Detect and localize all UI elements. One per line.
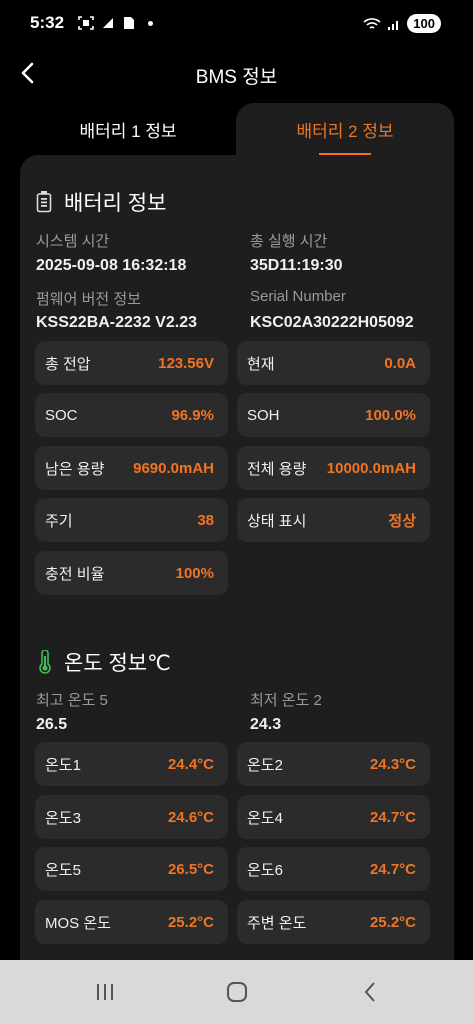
card-label: 주기 xyxy=(45,512,73,530)
card-value: 24.7°C xyxy=(369,860,416,878)
battery-section-title: 배터리 정보 xyxy=(36,187,166,217)
serial-value: KSC02A30222H05092 xyxy=(250,314,414,331)
card-label: 총 전압 xyxy=(45,355,91,373)
system-nav-bar xyxy=(0,960,473,1024)
ambient-temp-card: 주변 온도 25.2°C xyxy=(237,900,430,944)
card-value: 96.9% xyxy=(171,406,214,424)
total-voltage-card: 총 전압 123.56V xyxy=(35,341,228,385)
back-icon xyxy=(364,982,375,1002)
mos-temp-card: MOS 온도 25.2°C xyxy=(35,900,228,944)
serial-label: Serial Number xyxy=(250,288,346,305)
temp2-card: 온도2 24.3°C xyxy=(237,742,430,786)
min-temp-label: 최저 온도 2 xyxy=(250,692,322,709)
card-label: 온도6 xyxy=(247,861,283,879)
max-temp-label: 최고 온도 5 xyxy=(36,692,108,709)
tab-battery-1[interactable]: 배터리 1 정보 xyxy=(20,103,236,155)
page-title: BMS 정보 xyxy=(195,67,278,88)
card-label: 온도5 xyxy=(45,861,81,879)
home-button[interactable] xyxy=(217,976,257,1008)
info-panel: 배터리 정보 시스템 시간 2025-09-08 16:32:18 총 실행 시… xyxy=(20,155,454,960)
temperature-section-title: 온도 정보℃ xyxy=(38,647,171,677)
battery-level: 100 xyxy=(407,14,441,33)
home-icon xyxy=(227,982,247,1002)
current-card: 현재 0.0A xyxy=(237,341,430,385)
card-label: 전체 용량 xyxy=(247,460,307,478)
card-value: 24.6°C xyxy=(167,808,214,826)
card-value: 0.0A xyxy=(384,354,416,372)
back-nav-button[interactable] xyxy=(350,976,390,1008)
card-value: 100.0% xyxy=(365,406,416,424)
temp6-card: 온도6 24.7°C xyxy=(237,847,430,891)
tab-label: 배터리 1 정보 xyxy=(79,121,177,141)
card-label: 온도4 xyxy=(247,809,283,827)
card-label: 남은 용량 xyxy=(45,460,105,478)
recent-apps-icon xyxy=(97,984,113,1000)
soh-card: SOH 100.0% xyxy=(237,393,430,437)
screenshot-icon xyxy=(78,16,94,30)
card-value: 123.56V xyxy=(158,354,214,372)
card-label: SOH xyxy=(247,406,280,424)
total-runtime-label: 총 실행 시간 xyxy=(250,233,328,250)
firmware-value: KSS22BA-2232 V2.23 xyxy=(36,314,197,331)
min-temp-value: 24.3 xyxy=(250,716,282,733)
notification-icons xyxy=(78,16,153,30)
app-header: BMS 정보 xyxy=(0,48,473,98)
card-value: 24.3°C xyxy=(369,755,416,773)
card-value: 25.2°C xyxy=(369,913,416,931)
battery-icon xyxy=(36,191,52,213)
card-label: 충전 비율 xyxy=(45,565,105,583)
card-value: 24.4°C xyxy=(167,755,214,773)
card-label: SOC xyxy=(45,406,78,424)
card-value: 24.7°C xyxy=(369,808,416,826)
card-label: 온도2 xyxy=(247,756,283,774)
card-label: 온도3 xyxy=(45,809,81,827)
system-time-value: 2025-09-08 16:32:18 xyxy=(36,257,187,274)
card-label: 온도1 xyxy=(45,756,81,774)
status-time: 5:32 xyxy=(30,13,65,32)
section-title-text: 온도 정보℃ xyxy=(64,652,171,675)
recent-apps-button[interactable] xyxy=(85,976,125,1008)
firmware-label: 펌웨어 버전 정보 xyxy=(36,291,141,308)
temp5-card: 온도5 26.5°C xyxy=(35,847,228,891)
card-label: MOS 온도 xyxy=(45,914,111,932)
thermometer-icon xyxy=(39,650,51,674)
card-value: 26.5°C xyxy=(167,860,214,878)
card-value: 38 xyxy=(197,511,214,529)
battery-tabs: 배터리 1 정보 배터리 2 정보 xyxy=(0,103,473,155)
card-value: 정상 xyxy=(388,512,416,530)
tab-battery-2[interactable]: 배터리 2 정보 xyxy=(236,103,454,155)
soc-card: SOC 96.9% xyxy=(35,393,228,437)
temp4-card: 온도4 24.7°C xyxy=(237,795,430,839)
system-time-label: 시스템 시간 xyxy=(36,233,110,250)
temp1-card: 온도1 24.4°C xyxy=(35,742,228,786)
card-label: 주변 온도 xyxy=(247,914,307,932)
total-runtime-value: 35D11:19:30 xyxy=(250,257,343,274)
card-label: 현재 xyxy=(247,355,275,373)
sim-icon xyxy=(124,17,134,29)
card-value: 100% xyxy=(175,564,214,582)
status-bar: 5:32 100 xyxy=(0,0,473,48)
max-temp-value: 26.5 xyxy=(36,716,68,733)
temp3-card: 온도3 24.6°C xyxy=(35,795,228,839)
cell-signal-icon xyxy=(388,20,399,30)
signal-small-icon xyxy=(103,18,113,28)
status-card: 상태 표시 정상 xyxy=(237,498,430,542)
card-value: 10000.0mAH xyxy=(326,459,416,477)
dot-icon xyxy=(148,20,153,26)
cycle-card: 주기 38 xyxy=(35,498,228,542)
section-title-text: 배터리 정보 xyxy=(64,192,167,215)
card-label: 상태 표시 xyxy=(247,512,307,530)
system-icons: 100 xyxy=(363,14,441,33)
charge-ratio-card: 충전 비율 100% xyxy=(35,551,228,595)
card-value: 25.2°C xyxy=(167,913,214,931)
card-value: 9690.0mAH xyxy=(133,459,214,477)
wifi-icon xyxy=(363,17,381,29)
total-capacity-card: 전체 용량 10000.0mAH xyxy=(237,446,430,490)
tab-label: 배터리 2 정보 xyxy=(296,121,394,141)
remaining-capacity-card: 남은 용량 9690.0mAH xyxy=(35,446,228,490)
